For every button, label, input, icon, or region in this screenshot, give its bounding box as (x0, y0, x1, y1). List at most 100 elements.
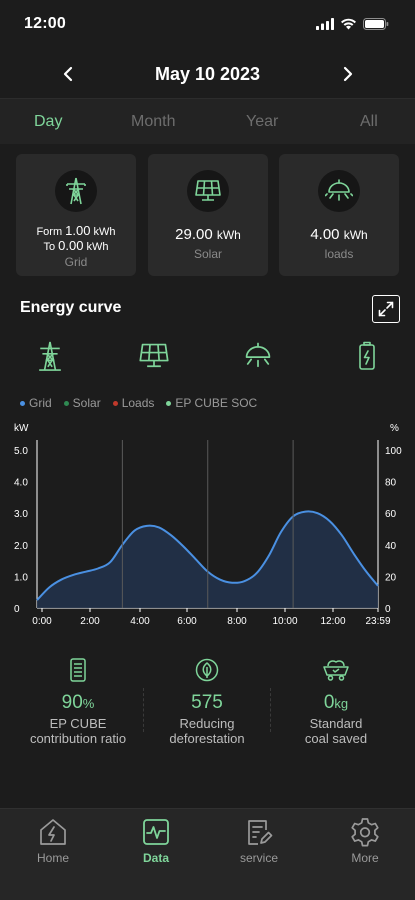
loads-card[interactable]: 4.00 kWh loads (279, 154, 399, 276)
y-right-tick-label: 0 (385, 604, 391, 615)
legend-label-grid: Grid (29, 396, 52, 410)
legend-label-solar: Solar (72, 396, 101, 410)
ep-cube-unit: % (82, 696, 95, 711)
x-tick-label: 10:00 (272, 616, 297, 627)
legend-dot-loads (112, 400, 118, 406)
y-right-tick-label: 60 (385, 509, 397, 520)
coal-label: Standard coal saved (305, 716, 367, 746)
nav-service[interactable]: service (219, 817, 299, 865)
y-left-axis-label: kW (14, 423, 29, 434)
grid-from-line: Form 1.00 kWh (36, 224, 115, 239)
y-left-tick-label: 4.0 (14, 478, 28, 489)
deforestation-value: 575 (191, 692, 223, 713)
nav-home-label: Home (36, 851, 69, 865)
chevron-left-icon (63, 66, 73, 82)
coal-label-line2: coal saved (304, 731, 368, 746)
solar-panel-icon (139, 343, 169, 368)
solar-card[interactable]: 29.00 kWh Solar (148, 154, 268, 276)
nav-service-label: service (239, 851, 278, 865)
solar-value: 29.00 (175, 226, 213, 243)
impact-stats: 90% EP CUBE contribution ratio 575 Reduc… (0, 658, 415, 758)
y-right-tick-label: 100 (385, 446, 402, 457)
gear-icon (351, 818, 379, 847)
tab-year[interactable]: Year (246, 113, 278, 131)
status-icons (316, 18, 389, 30)
grid-to-unit: kWh (86, 241, 109, 253)
deforestation-label-line2: deforestation (169, 731, 245, 746)
leaf-icon (195, 658, 219, 682)
coal-unit: kg (334, 696, 349, 711)
stat-coal: 0kg Standard coal saved (271, 658, 401, 746)
coal-cart-icon (323, 660, 349, 681)
legend-label-loads: Loads (121, 396, 155, 410)
grid-icon-circle (55, 170, 97, 212)
legend-item-grid[interactable]: Grid (20, 396, 52, 410)
x-tick-label: 23:59 (365, 616, 390, 627)
ep-cube-value: 90 (61, 692, 83, 713)
nav-more[interactable]: More (325, 817, 405, 865)
coal-value: 0 (323, 692, 335, 713)
curve-filter-solar[interactable] (137, 338, 171, 374)
solar-icon-circle (187, 170, 229, 212)
expand-icon (378, 301, 394, 317)
curve-filter-battery[interactable] (350, 338, 384, 374)
ep-cube-value-line: 90% (62, 692, 95, 714)
loads-value: 4.00 (310, 226, 340, 243)
solar-panel-icon (195, 180, 221, 201)
grid-label: Grid (64, 255, 88, 269)
grid-to-prefix: To (43, 241, 56, 253)
ep-cube-label: EP CUBE contribution ratio (30, 716, 126, 746)
status-bar: 12:00 (0, 0, 415, 48)
grid-to-value: 0.00 (58, 238, 84, 253)
deforestation-label: Reducing deforestation (169, 716, 244, 746)
tab-day[interactable]: Day (34, 113, 62, 131)
y-right-tick-label: 40 (385, 541, 397, 552)
legend-item-soc[interactable]: EP CUBE SOC (166, 396, 257, 410)
legend-label-soc: EP CUBE SOC (175, 396, 258, 410)
grid-from-unit: kWh (93, 226, 116, 238)
next-date-button[interactable] (336, 62, 360, 86)
deforestation-label-line1: Reducing (179, 716, 235, 731)
signal-icon (316, 18, 334, 30)
grid-card[interactable]: Form 1.00 kWh To 0.00 kWh Grid (16, 154, 136, 276)
y-right-tick-label: 20 (385, 572, 397, 583)
ceiling-lamp-icon (245, 342, 271, 368)
x-tick-label: 2:00 (80, 616, 100, 627)
y-right-axis-label: % (390, 423, 399, 434)
x-tick-label: 0:00 (32, 616, 52, 627)
ceiling-lamp-icon (325, 179, 353, 201)
previous-date-button[interactable] (56, 62, 80, 86)
deforestation-value-line: 575 (191, 692, 223, 714)
status-time: 12:00 (24, 15, 66, 32)
x-tick-label: 6:00 (177, 616, 197, 627)
legend-item-solar[interactable]: Solar (63, 396, 101, 410)
power-tower-icon (39, 341, 61, 371)
stat-ep-cube: 90% EP CUBE contribution ratio (13, 658, 143, 746)
y-right-tick-label: 80 (385, 478, 397, 489)
expand-chart-button[interactable] (372, 295, 400, 323)
coal-label-line1: Standard (309, 716, 363, 731)
loads-label: loads (324, 247, 354, 261)
nav-home[interactable]: Home (13, 817, 93, 865)
loads-icon-circle (318, 170, 360, 212)
legend-dot-solar (63, 400, 69, 406)
nav-more-label: More (351, 851, 379, 865)
loads-unit: kWh (343, 228, 368, 242)
y-left-tick-label: 1.0 (14, 572, 28, 583)
tab-all[interactable]: All (360, 113, 378, 131)
date-title[interactable]: May 10 2023 (155, 64, 260, 85)
tab-month[interactable]: Month (131, 113, 175, 131)
grid-from-prefix: Form (36, 226, 63, 238)
bottom-navigation: Home Data service More (0, 808, 415, 900)
legend-item-loads[interactable]: Loads (112, 396, 155, 410)
stat-deforestation: 575 Reducing deforestation (142, 658, 272, 746)
battery-status-icon (363, 18, 389, 30)
curve-filter-grid[interactable] (33, 338, 67, 374)
y-left-tick-label: 5.0 (14, 446, 28, 457)
curve-filter-loads[interactable] (241, 338, 275, 374)
x-tick-label: 12:00 (320, 616, 345, 627)
nav-data[interactable]: Data (116, 817, 196, 865)
document-edit-icon (248, 820, 273, 845)
energy-curve-chart[interactable]: kW % 5.0 4.0 3.0 2.0 1.0 0 100 80 60 40 20 0 0:00 2:00 4… (0, 418, 415, 638)
grid-to-line: To 0.00 kWh (43, 239, 108, 254)
